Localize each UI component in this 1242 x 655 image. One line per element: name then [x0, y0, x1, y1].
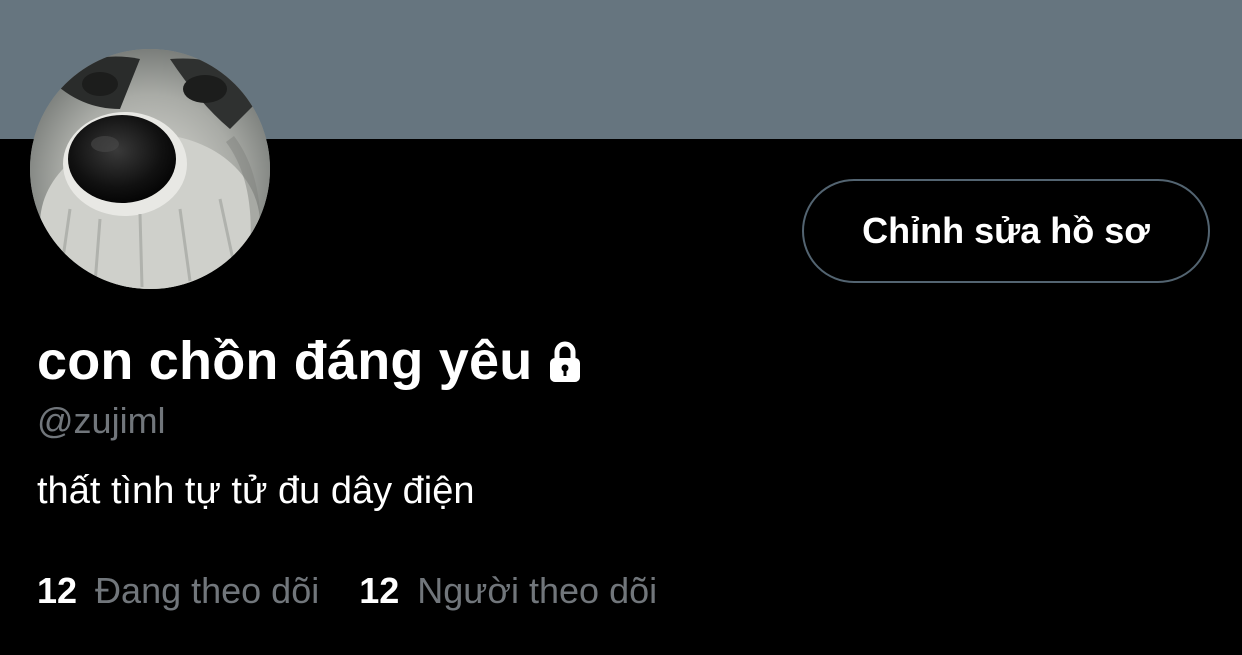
- display-name: con chồn đáng yêu: [37, 331, 533, 391]
- edit-profile-button[interactable]: Chỉnh sửa hồ sơ: [802, 179, 1210, 283]
- lock-icon: [542, 339, 588, 390]
- followers-label: Người theo dõi: [417, 570, 658, 611]
- following-label: Đang theo dõi: [95, 570, 320, 611]
- profile-handle: @zujiml: [37, 400, 166, 441]
- followers-count: 12: [359, 570, 400, 611]
- raccoon-avatar-image: [30, 49, 270, 289]
- following-count: 12: [37, 570, 78, 611]
- profile-avatar[interactable]: [30, 49, 270, 289]
- followers-link[interactable]: 12 Người theo dõi: [359, 570, 657, 612]
- following-link[interactable]: 12 Đang theo dõi: [37, 570, 319, 612]
- follow-stats: 12 Đang theo dõi 12 Người theo dõi: [37, 570, 657, 612]
- profile-bio: thất tình tự tử đu dây điện: [37, 470, 475, 512]
- profile-header: Chỉnh sửa hồ sơ con chồn đáng yêu @zujim…: [0, 0, 1242, 655]
- name-row: con chồn đáng yêu: [37, 326, 588, 396]
